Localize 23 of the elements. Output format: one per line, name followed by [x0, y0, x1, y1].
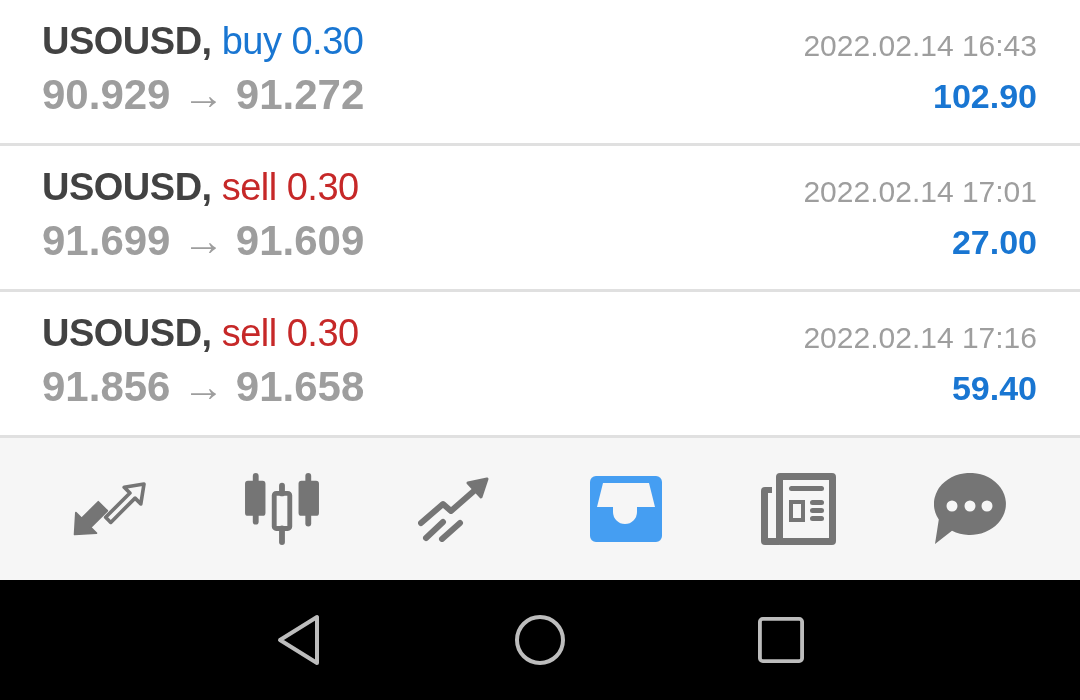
trend-arrow-icon[interactable] [418, 476, 490, 542]
order-side-label: sell 0.30 [221, 314, 359, 352]
price-range: 90.929 → 91.272 [42, 74, 365, 116]
recents-icon[interactable] [758, 617, 804, 663]
profit-value: 102.90 [933, 79, 1037, 113]
candlestick-icon[interactable] [244, 473, 320, 545]
timestamp: 2022.02.14 16:43 [803, 31, 1037, 61]
order-side-label: buy 0.30 [221, 22, 364, 60]
back-icon[interactable] [277, 614, 321, 666]
symbol-label: USOUSD, [42, 314, 212, 352]
profit-value: 27.00 [951, 225, 1037, 259]
chat-bubble-icon[interactable] [934, 473, 1006, 545]
home-icon[interactable] [514, 614, 566, 666]
symbol-label: USOUSD, [42, 22, 212, 60]
price-range: 91.699 → 91.609 [42, 220, 365, 262]
newspaper-icon[interactable] [760, 473, 836, 545]
profit-value: 59.40 [951, 371, 1037, 405]
order-side-label: sell 0.30 [221, 168, 359, 206]
inbox-tray-icon[interactable] [590, 476, 662, 542]
timestamp: 2022.02.14 17:16 [803, 323, 1037, 353]
symbol-label: USOUSD, [42, 168, 212, 206]
timestamp: 2022.02.14 17:01 [803, 177, 1037, 207]
price-range: 91.856 → 91.658 [42, 366, 365, 408]
